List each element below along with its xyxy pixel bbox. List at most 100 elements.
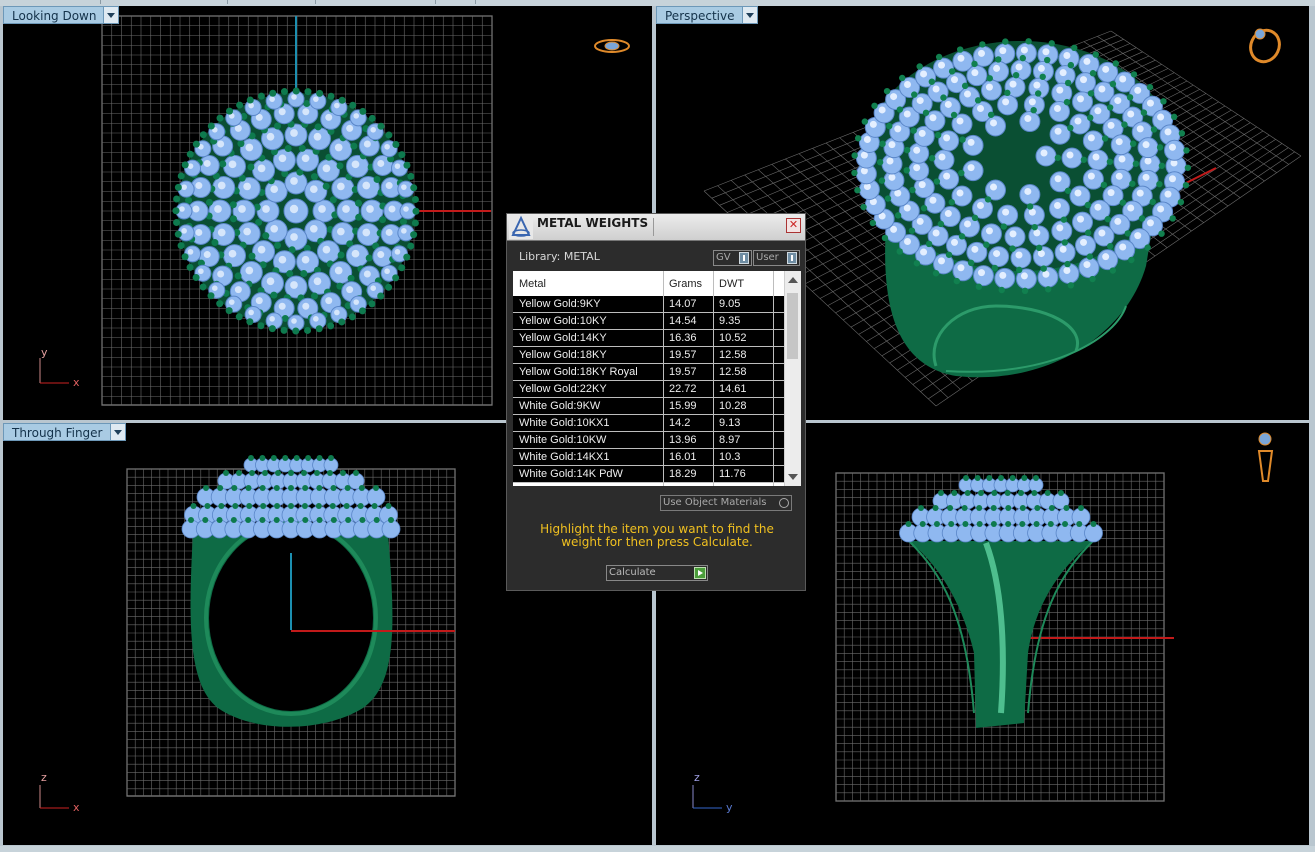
cell-metal: Yellow Gold:18KY Royal <box>519 366 638 378</box>
cell-grams: 14.2 <box>669 417 691 429</box>
column-header-grams[interactable]: Grams <box>669 278 702 290</box>
axis-label-v: z <box>694 771 700 784</box>
axis-label-h: x <box>73 376 80 389</box>
table-body: Yellow Gold:9KY 14.07 9.05 Yellow Gold:10KY… <box>513 296 785 483</box>
viewport-label-text: Through Finger <box>12 426 103 440</box>
table-row[interactable]: White Gold:10KX1 14.2 9.13 <box>513 415 785 432</box>
axis-gizmo <box>39 358 69 384</box>
viewport-label-perspective[interactable]: Perspective <box>656 6 758 24</box>
cell-dwt: 11.76 <box>719 468 746 480</box>
table-row[interactable]: Yellow Gold:14KY 16.36 10.52 <box>513 330 785 347</box>
tab-5[interactable] <box>437 0 476 4</box>
calculate-label: Calculate <box>609 567 656 578</box>
table-row[interactable]: Yellow Gold:18KY 19.57 12.58 <box>513 347 785 364</box>
cell-dwt: 10.52 <box>719 332 747 344</box>
cell-metal: White Gold:10KX1 <box>519 417 610 429</box>
cell-grams: 14.54 <box>669 315 697 327</box>
dialog-title: METAL WEIGHTS <box>537 216 649 230</box>
instruction-text: Highlight the item you want to find the … <box>540 522 774 549</box>
use-object-materials-label: Use Object Materials <box>663 497 767 508</box>
cell-grams: 18.29 <box>669 468 697 480</box>
viewport-label-text: Looking Down <box>12 9 97 23</box>
cell-dwt: 12.58 <box>719 349 747 361</box>
table-row[interactable]: Yellow Gold:18KY Royal 19.57 12.58 <box>513 364 785 381</box>
radio-icon[interactable] <box>779 498 789 508</box>
cell-grams: 13.96 <box>669 434 697 446</box>
axis-label-v: z <box>41 771 47 784</box>
table-row[interactable]: Yellow Gold:22KY 22.72 14.61 <box>513 381 785 398</box>
chevron-down-icon[interactable] <box>103 7 119 23</box>
metal-weights-logo-icon <box>509 215 533 239</box>
table-row[interactable]: White Gold:10KW 13.96 8.97 <box>513 432 785 449</box>
table-row[interactable]: White Gold:14KX1 16.01 10.3 <box>513 449 785 466</box>
cell-grams: 14.07 <box>669 298 697 310</box>
close-icon[interactable]: ✕ <box>786 218 801 233</box>
cell-metal: Yellow Gold:22KY <box>519 383 607 395</box>
title-separator <box>653 218 654 236</box>
column-header-dwt[interactable]: DWT <box>719 278 744 290</box>
cell-metal: White Gold:14KX1 <box>519 451 610 463</box>
viewport-label-looking-down[interactable]: Looking Down <box>3 6 120 24</box>
ring-top-icon[interactable] <box>594 39 630 53</box>
table-row[interactable]: White Gold:9KW 15.99 10.28 <box>513 398 785 415</box>
ring-side-icon[interactable] <box>1257 432 1274 482</box>
cell-dwt: 10.3 <box>719 451 741 463</box>
ring-side-view <box>899 475 1103 728</box>
chevron-down-icon[interactable] <box>109 424 125 440</box>
gv-toggle[interactable]: GV <box>713 250 752 266</box>
column-header-metal[interactable]: Metal <box>519 278 546 290</box>
viewport-label-through-finger[interactable]: Through Finger <box>3 423 126 441</box>
axis-gizmo <box>39 785 69 809</box>
chevron-down-icon[interactable] <box>741 7 757 23</box>
cell-dwt: 10.28 <box>719 400 747 412</box>
dialog-titlebar[interactable]: METAL WEIGHTS ✕ <box>507 214 805 241</box>
cell-grams: 16.36 <box>669 332 697 344</box>
cell-grams: 19.57 <box>669 349 697 361</box>
cell-dwt: 12.58 <box>719 366 747 378</box>
axis-label-h: y <box>726 801 733 814</box>
table-row[interactable]: Yellow Gold:9KY 14.07 9.05 <box>513 296 785 313</box>
cell-dwt: 9.13 <box>719 417 741 429</box>
tab-1[interactable] <box>0 0 101 4</box>
play-icon[interactable] <box>694 567 706 579</box>
tab-3[interactable] <box>229 0 316 4</box>
cell-metal: Yellow Gold:10KY <box>519 315 607 327</box>
metal-table[interactable]: Metal Grams DWT Yellow Gold:9KY 14.07 9.05… <box>513 271 801 486</box>
cell-metal: Yellow Gold:9KY <box>519 298 601 310</box>
cell-dwt: 9.35 <box>719 315 741 327</box>
axis-label-h: x <box>73 801 80 814</box>
calculate-button[interactable]: Calculate <box>606 565 708 581</box>
table-scrollbar[interactable] <box>784 271 801 486</box>
axis-label-v: y <box>41 346 48 359</box>
cell-metal: White Gold:14K PdW <box>519 468 623 480</box>
ring-perspective-icon[interactable] <box>1246 26 1285 67</box>
table-row[interactable]: Yellow Gold:10KY 14.54 9.35 <box>513 313 785 330</box>
metal-weights-dialog[interactable]: METAL WEIGHTS ✕ Library: METAL GV User M… <box>506 213 806 591</box>
cell-metal: Yellow Gold:14KY <box>519 332 607 344</box>
table-row[interactable]: White Gold:14K PdW 18.29 11.76 <box>513 466 785 483</box>
scroll-up-icon[interactable] <box>788 277 798 283</box>
toggle-knob[interactable] <box>786 252 797 264</box>
tab-2[interactable] <box>102 0 228 4</box>
cell-metal: White Gold:9KW <box>519 400 601 412</box>
cell-grams: 19.57 <box>669 366 697 378</box>
user-toggle-label: User <box>756 252 779 263</box>
cell-metal: White Gold:10KW <box>519 434 607 446</box>
cell-metal: Yellow Gold:18KY <box>519 349 607 361</box>
scroll-thumb[interactable] <box>787 293 798 359</box>
table-header: Metal Grams DWT <box>513 271 785 296</box>
cell-dwt: 9.05 <box>719 298 741 310</box>
ring-perspective <box>851 38 1192 378</box>
use-object-materials-option[interactable]: Use Object Materials <box>660 495 792 511</box>
user-toggle[interactable]: User <box>753 250 800 266</box>
scroll-down-icon[interactable] <box>788 474 798 480</box>
bottom-strip <box>0 846 1315 852</box>
cell-grams: 15.99 <box>669 400 697 412</box>
library-label: Library: METAL <box>519 250 600 263</box>
cell-grams: 22.72 <box>669 383 697 395</box>
ring-top-view <box>172 87 420 335</box>
tab-4[interactable] <box>317 0 436 4</box>
axis-gizmo <box>692 785 722 809</box>
toggle-knob[interactable] <box>738 252 749 264</box>
cell-dwt: 14.61 <box>719 383 747 395</box>
